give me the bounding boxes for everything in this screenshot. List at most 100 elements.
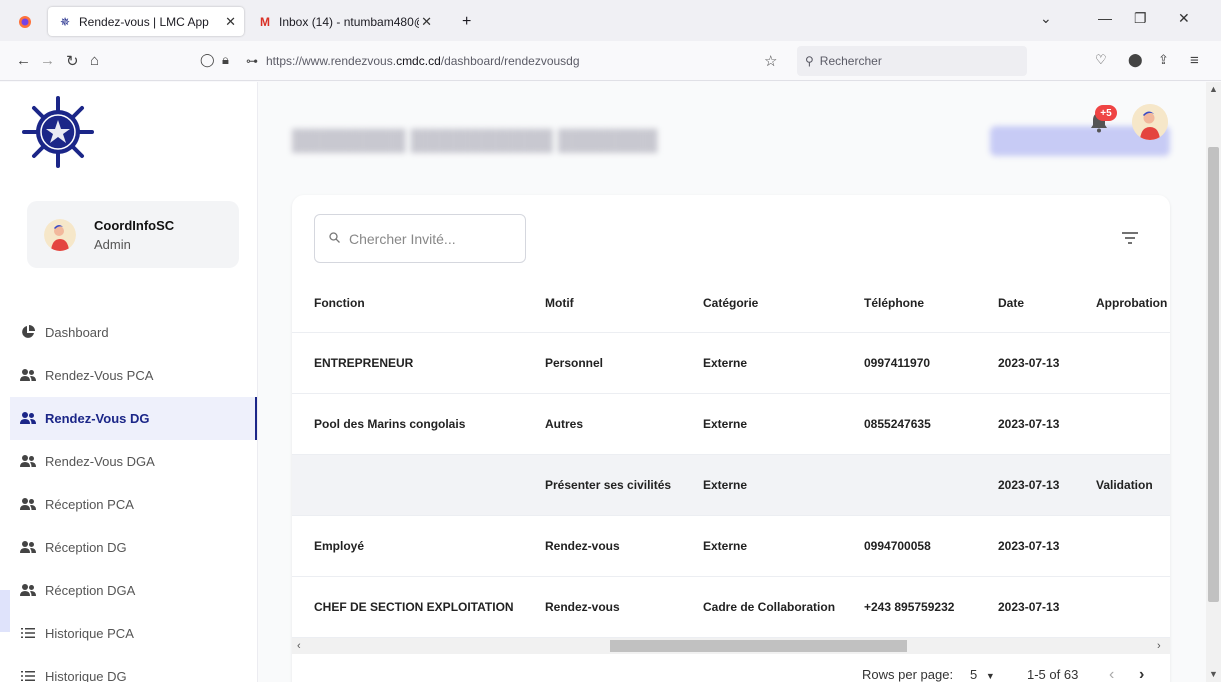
users-icon xyxy=(20,367,36,383)
table-row[interactable]: Pool des Marins congolais Autres Externe… xyxy=(292,393,1170,455)
column-header[interactable]: Fonction xyxy=(292,275,545,333)
back-arrow-icon[interactable]: ← xyxy=(16,52,31,69)
appointments-table: Fonction Motif Catégorie Téléphone Date … xyxy=(292,275,1170,638)
avatar[interactable] xyxy=(1132,104,1168,140)
caret-down-icon: ▼ xyxy=(985,671,995,681)
ship-wheel-icon: ✵ xyxy=(59,14,71,29)
pagination-range: 1-5 of 63 xyxy=(1027,667,1079,682)
lmc-logo xyxy=(22,96,94,168)
sidebar-item-dashboard[interactable]: Dashboard xyxy=(10,311,257,354)
vertical-scrollbar[interactable]: ▲ ▼ xyxy=(1206,82,1221,682)
column-header[interactable]: Date xyxy=(998,275,1096,333)
column-header[interactable]: Approbation xyxy=(1096,275,1170,333)
rows-per-page-select[interactable]: 5 ▼ xyxy=(970,667,995,682)
column-header[interactable]: Motif xyxy=(545,275,703,333)
table-row[interactable]: Employé Rendez-vous Externe 0994700058 2… xyxy=(292,515,1170,577)
sidebar-item-rendez-vous-dg[interactable]: Rendez-Vous DG xyxy=(10,397,257,440)
plus-icon: + xyxy=(462,12,472,30)
firefox-menu-button[interactable] xyxy=(8,7,44,36)
table-cell: 0855247635 xyxy=(864,393,998,455)
table-row[interactable]: ENTREPRENEUR Personnel Externe 099741197… xyxy=(292,332,1170,394)
sidebar-item-historique-dg[interactable]: Historique DG xyxy=(10,655,257,682)
horizontal-scrollbar[interactable]: ‹ › xyxy=(292,638,1170,654)
table-cell: Cadre de Collaboration xyxy=(703,576,864,638)
table-cell: 2023-07-13 xyxy=(998,515,1096,577)
reload-icon[interactable]: ↻ xyxy=(66,52,79,70)
sidebar-item-historique-pca[interactable]: Historique PCA xyxy=(10,612,257,655)
table-cell: Présenter ses civilités xyxy=(545,454,703,516)
sidebar-item-reception-dga[interactable]: Réception DGA xyxy=(10,569,257,612)
share-icon[interactable]: ⇪ xyxy=(1158,52,1169,68)
table-cell: 2023-07-13 xyxy=(998,576,1096,638)
sidebar: CoordInfoSC Admin Dashboard Rendez-Vous … xyxy=(0,82,258,682)
close-icon[interactable]: ✕ xyxy=(421,14,432,30)
key-icon[interactable]: ⊶ xyxy=(246,54,258,68)
extension-shield-icon[interactable]: ⬤ xyxy=(1128,52,1143,68)
firefox-icon xyxy=(18,15,32,29)
tab-rendezvous[interactable]: ✵ Rendez-vous | LMC App ✕ xyxy=(48,7,244,36)
home-icon[interactable]: ⌂ xyxy=(90,52,99,69)
table-cell: Personnel xyxy=(545,332,703,394)
table-row[interactable]: CHEF DE SECTION EXPLOITATION Rendez-vous… xyxy=(292,576,1170,638)
notification-badge: +5 xyxy=(1095,105,1117,121)
sidebar-item-reception-pca[interactable]: Réception PCA xyxy=(10,483,257,526)
table-cell: CHEF DE SECTION EXPLOITATION xyxy=(292,576,545,638)
chevron-left-icon[interactable]: ‹ xyxy=(297,638,301,654)
gmail-icon: M xyxy=(260,14,270,29)
scrollbar-thumb[interactable] xyxy=(610,640,907,652)
table-cell xyxy=(292,454,545,516)
appointments-card: Chercher Invité... Fonction Motif Catégo… xyxy=(292,195,1170,682)
sidebar-item-reception-dg[interactable]: Réception DG xyxy=(10,526,257,569)
table-cell: 2023-07-13 xyxy=(998,393,1096,455)
scroll-down-icon[interactable]: ▼ xyxy=(1209,669,1218,679)
table-cell: 2023-07-13 xyxy=(998,332,1096,394)
lock-icon[interactable]: 🔒︎ xyxy=(222,52,229,68)
shield-icon[interactable]: ◯ xyxy=(200,52,215,68)
table-cell: Rendez-vous xyxy=(545,515,703,577)
users-icon xyxy=(20,539,36,555)
table-header-row: Fonction Motif Catégorie Téléphone Date … xyxy=(292,275,1170,333)
table-cell: Externe xyxy=(703,515,864,577)
pocket-icon[interactable]: ♡ xyxy=(1095,52,1107,68)
url-field[interactable]: https://www.rendezvous. cmdc.cd/dashboard… xyxy=(266,46,746,76)
hamburger-menu-icon[interactable]: ≡ xyxy=(1190,52,1199,69)
sidebar-item-rendez-vous-dga[interactable]: Rendez-Vous DGA xyxy=(10,440,257,483)
table-cell: Externe xyxy=(703,332,864,394)
column-header[interactable]: Téléphone xyxy=(864,275,998,333)
user-name: CoordInfoSC xyxy=(94,218,175,233)
bookmark-star-icon[interactable]: ☆ xyxy=(764,52,777,70)
search-input[interactable]: Chercher Invité... xyxy=(314,214,526,263)
table-row[interactable]: Présenter ses civilités Externe 2023-07-… xyxy=(292,454,1170,516)
table-cell: Autres xyxy=(545,393,703,455)
prev-page-icon[interactable]: ‹ xyxy=(1109,666,1114,682)
page-title-blurred: ████████ ██████████ ███████ xyxy=(292,130,658,152)
filter-icon[interactable] xyxy=(1121,230,1139,246)
scrollbar-thumb[interactable] xyxy=(1208,147,1219,602)
minimize-icon[interactable]: — xyxy=(1098,10,1112,26)
window-close-icon[interactable]: ✕ xyxy=(1178,10,1190,27)
users-icon xyxy=(20,453,36,469)
tab-inbox[interactable]: M Inbox (14) - ntumbam480@gm ✕ xyxy=(248,7,440,36)
table-cell: Validation xyxy=(1096,454,1170,516)
user-card[interactable]: CoordInfoSC Admin xyxy=(27,201,239,268)
close-icon[interactable]: ✕ xyxy=(225,14,236,30)
restore-icon[interactable]: ❐ xyxy=(1134,10,1147,27)
table-cell: 0997411970 xyxy=(864,332,998,394)
sidebar-menu: Dashboard Rendez-Vous PCA Rendez-Vous DG… xyxy=(10,311,257,682)
browser-search-input[interactable]: ⚲ Rechercher xyxy=(797,46,1027,76)
sidebar-item-rendez-vous-pca[interactable]: Rendez-Vous PCA xyxy=(10,354,257,397)
forward-arrow-icon[interactable]: → xyxy=(40,52,55,69)
table-cell: ENTREPRENEUR xyxy=(292,332,545,394)
list-icon xyxy=(20,625,36,641)
table-cell: 2023-07-13 xyxy=(998,454,1096,516)
users-icon xyxy=(20,582,36,598)
chevron-right-icon[interactable]: › xyxy=(1157,638,1161,654)
chevron-down-icon[interactable]: ⌄ xyxy=(1040,10,1052,27)
column-header[interactable]: Catégorie xyxy=(703,275,864,333)
table-cell xyxy=(1096,393,1170,455)
next-page-icon[interactable]: › xyxy=(1139,666,1144,682)
new-tab-button[interactable]: + xyxy=(452,7,482,36)
scroll-up-icon[interactable]: ▲ xyxy=(1209,84,1218,94)
avatar xyxy=(44,219,76,251)
page: CoordInfoSC Admin Dashboard Rendez-Vous … xyxy=(0,82,1206,682)
